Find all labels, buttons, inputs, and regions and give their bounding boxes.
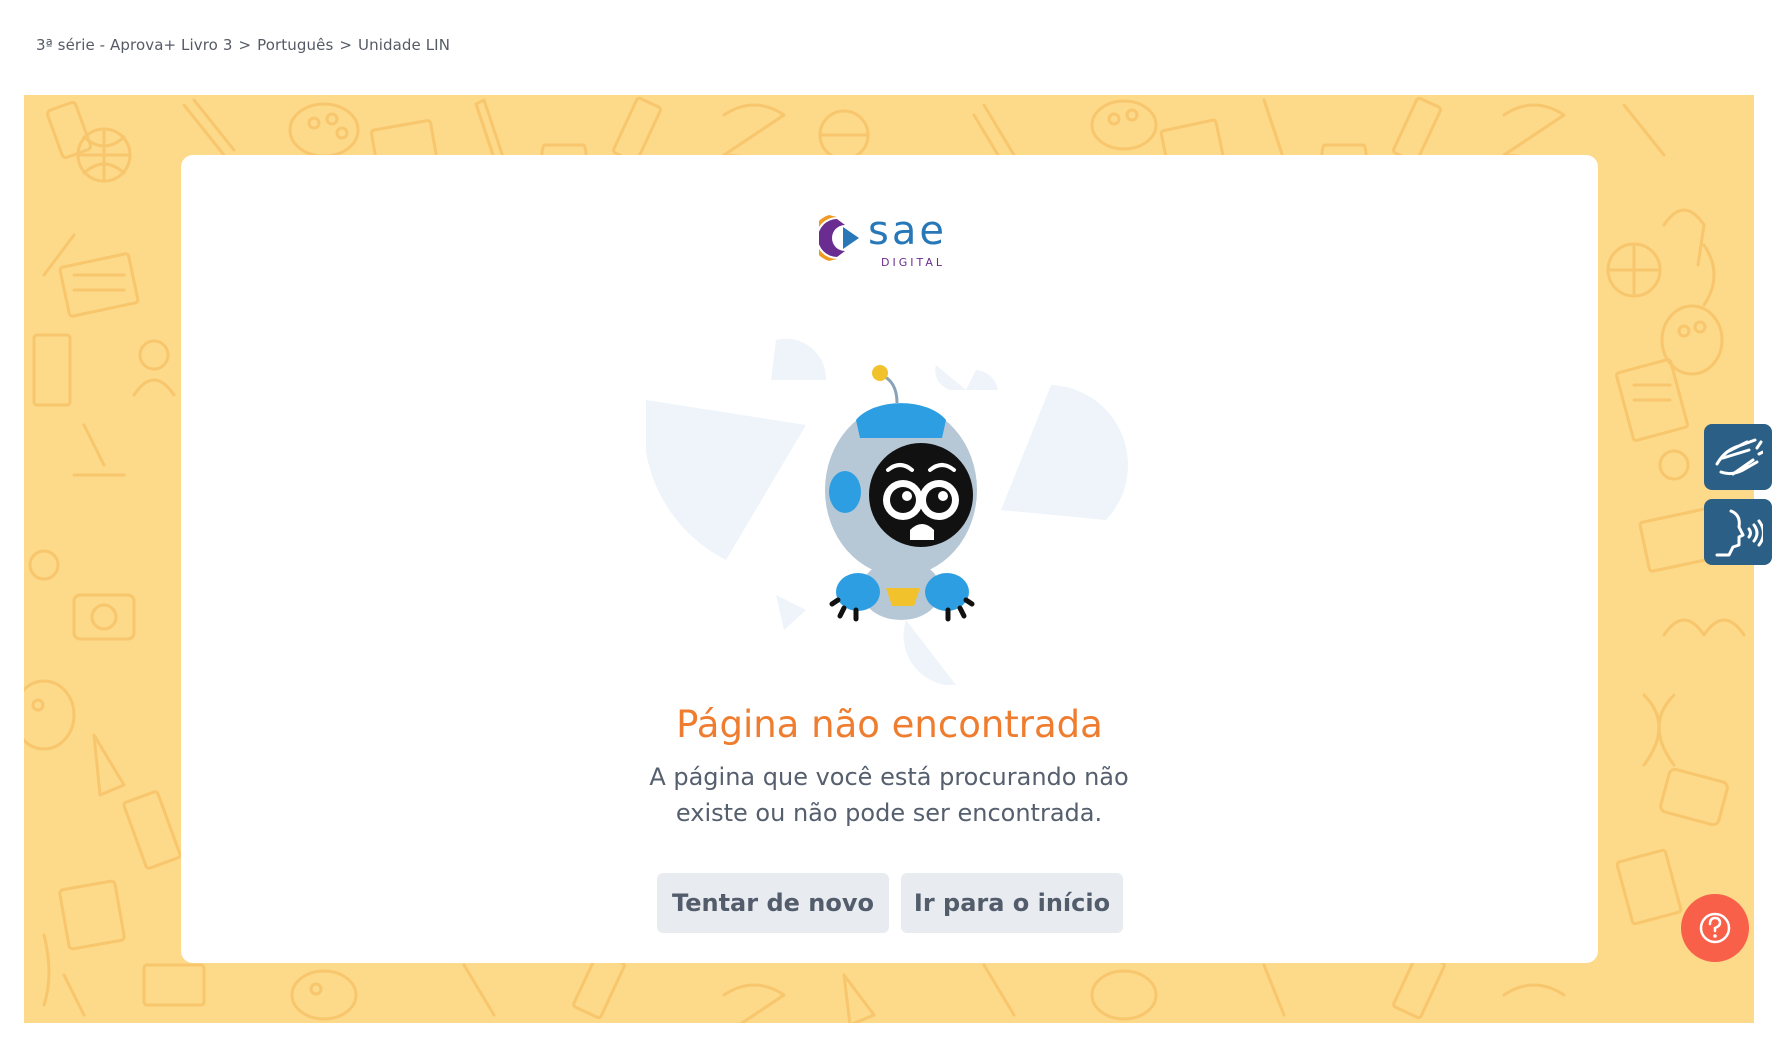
error-title: Página não encontrada (676, 703, 1103, 746)
breadcrumb: 3ª série - Aprova+ Livro 3 > Português > Uni… (36, 36, 450, 54)
error-banner: sae DIGITAL Página não encontrada A pági… (24, 95, 1754, 1023)
breadcrumb-separator: > (238, 36, 252, 54)
breadcrumb-item-subject[interactable]: Português (257, 36, 333, 54)
logo-subtitle: DIGITAL (881, 256, 946, 269)
help-question-icon (1699, 912, 1731, 944)
sae-digital-logo[interactable]: sae DIGITAL (819, 208, 963, 273)
speech-icon (1715, 509, 1763, 557)
breadcrumb-item-series[interactable]: 3ª série - Aprova+ Livro 3 (36, 36, 232, 54)
help-button[interactable] (1681, 894, 1749, 962)
breadcrumb-item-unit[interactable]: Unidade LIN (358, 36, 450, 54)
libras-icon (1715, 438, 1763, 476)
sad-robot-illustration (646, 338, 1128, 685)
logo-wordmark: sae (868, 208, 947, 254)
go-home-button[interactable]: Ir para o início (901, 873, 1123, 933)
retry-button[interactable]: Tentar de novo (657, 873, 889, 933)
error-description-line-2: existe ou não pode ser encontrada. (675, 799, 1103, 827)
sae-logo-icon (819, 215, 859, 261)
speech-button[interactable] (1704, 499, 1772, 565)
breadcrumb-separator: > (339, 36, 353, 54)
libras-button[interactable] (1704, 424, 1772, 490)
error-description-line-1: A página que você está procurando não (649, 763, 1129, 791)
error-card: sae DIGITAL Página não encontrada A pági… (181, 155, 1598, 963)
error-description: A página que você está procurando não ex… (639, 759, 1139, 831)
